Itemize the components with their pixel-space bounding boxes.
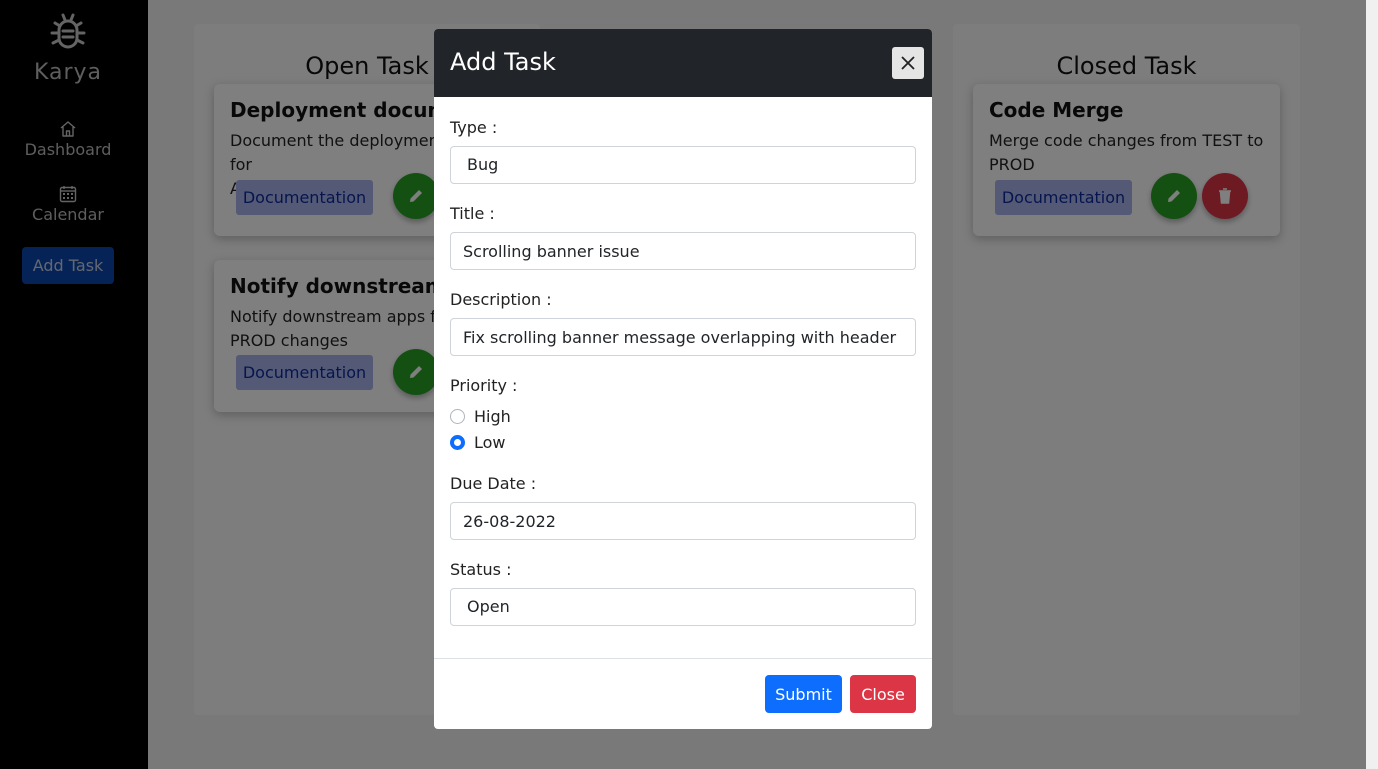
due-date-input[interactable] bbox=[450, 502, 916, 540]
status-select[interactable]: Open bbox=[450, 588, 916, 626]
type-label: Type : bbox=[450, 118, 498, 137]
priority-option-high[interactable]: High bbox=[450, 406, 511, 426]
status-label: Status : bbox=[450, 560, 512, 579]
title-label: Title : bbox=[450, 204, 495, 223]
title-input[interactable] bbox=[450, 232, 916, 270]
description-input[interactable] bbox=[450, 318, 916, 356]
submit-button[interactable]: Submit bbox=[765, 675, 842, 713]
due-date-label: Due Date : bbox=[450, 474, 537, 493]
type-select[interactable]: Bug bbox=[450, 146, 916, 184]
modal-header: Add Task bbox=[434, 29, 932, 97]
modal-close-button[interactable] bbox=[892, 47, 924, 79]
close-icon bbox=[901, 56, 915, 70]
close-button[interactable]: Close bbox=[850, 675, 916, 713]
radio-label: High bbox=[474, 406, 511, 426]
radio-button-low[interactable] bbox=[450, 434, 465, 450]
priority-label: Priority : bbox=[450, 376, 518, 395]
add-task-modal: Add Task Type : Bug Title : Description … bbox=[434, 29, 932, 729]
radio-label: Low bbox=[474, 432, 506, 452]
scrollbar[interactable] bbox=[1366, 0, 1378, 769]
modal-footer-divider bbox=[434, 658, 932, 659]
modal-title: Add Task bbox=[450, 48, 556, 76]
description-label: Description : bbox=[450, 290, 552, 309]
radio-button-high[interactable] bbox=[450, 408, 465, 424]
priority-option-low[interactable]: Low bbox=[450, 432, 506, 452]
